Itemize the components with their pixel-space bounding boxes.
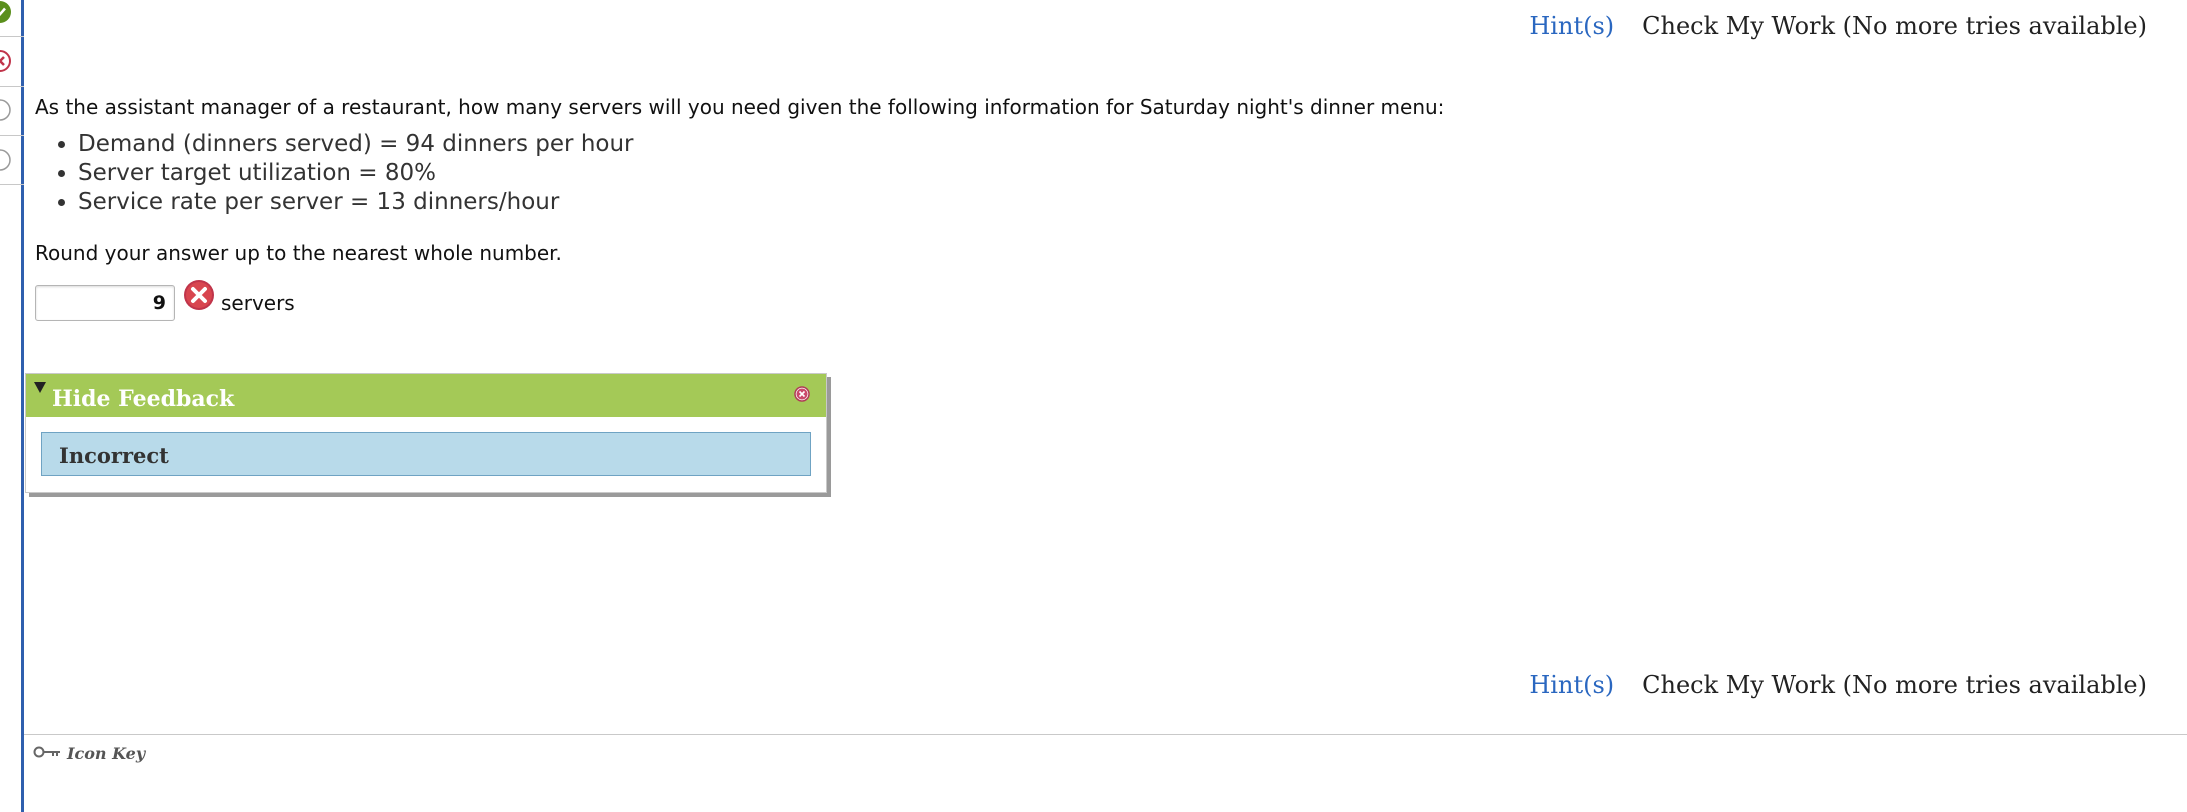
wrong-answer-icon	[183, 279, 215, 315]
feedback-body: Incorrect	[41, 432, 811, 476]
assignment-page: Hint(s) Check My Work (No more tries ava…	[0, 0, 2187, 812]
collapse-triangle-icon[interactable]	[34, 382, 46, 393]
bottom-actions: Hint(s) Check My Work (No more tries ava…	[1529, 671, 2147, 699]
rounding-instruction: Round your answer up to the nearest whol…	[35, 241, 562, 265]
top-actions: Hint(s) Check My Work (No more tries ava…	[1529, 12, 2147, 40]
rail-divider	[0, 184, 24, 185]
list-item: Demand (dinners served) = 94 dinners per…	[78, 130, 634, 159]
list-item: Service rate per server = 13 dinners/hou…	[78, 188, 634, 217]
close-icon[interactable]	[794, 386, 810, 406]
list-item: Server target utilization = 80%	[78, 159, 634, 188]
answer-input[interactable]	[35, 285, 175, 321]
feedback-status: Incorrect	[59, 443, 169, 468]
rail-divider	[0, 36, 24, 37]
feedback-header[interactable]: Hide Feedback	[26, 374, 826, 417]
given-information-list: Demand (dinners served) = 94 dinners per…	[35, 130, 634, 217]
x-circle-icon[interactable]	[0, 49, 12, 73]
empty-circle-icon[interactable]	[0, 98, 12, 122]
footer-divider	[24, 734, 2187, 735]
hints-link[interactable]: Hint(s)	[1529, 671, 1614, 699]
feedback-panel: Hide Feedback Incorrect	[25, 373, 827, 493]
rail-divider	[0, 86, 24, 87]
check-my-work-button[interactable]: Check My Work (No more tries available)	[1642, 12, 2147, 40]
question-status-rail	[0, 0, 24, 812]
empty-circle-icon[interactable]	[0, 148, 12, 172]
check-my-work-button[interactable]: Check My Work (No more tries available)	[1642, 671, 2147, 699]
answer-row: servers	[35, 280, 295, 321]
hints-link[interactable]: Hint(s)	[1529, 12, 1614, 40]
check-circle-icon[interactable]	[0, 0, 12, 24]
icon-key-link[interactable]: Icon Key	[33, 744, 145, 763]
answer-unit-label: servers	[221, 291, 295, 315]
rail-divider	[0, 135, 24, 136]
key-icon	[33, 744, 61, 763]
hide-feedback-toggle[interactable]: Hide Feedback	[52, 386, 234, 412]
question-prompt: As the assistant manager of a restaurant…	[35, 95, 1445, 119]
icon-key-label: Icon Key	[67, 744, 146, 763]
